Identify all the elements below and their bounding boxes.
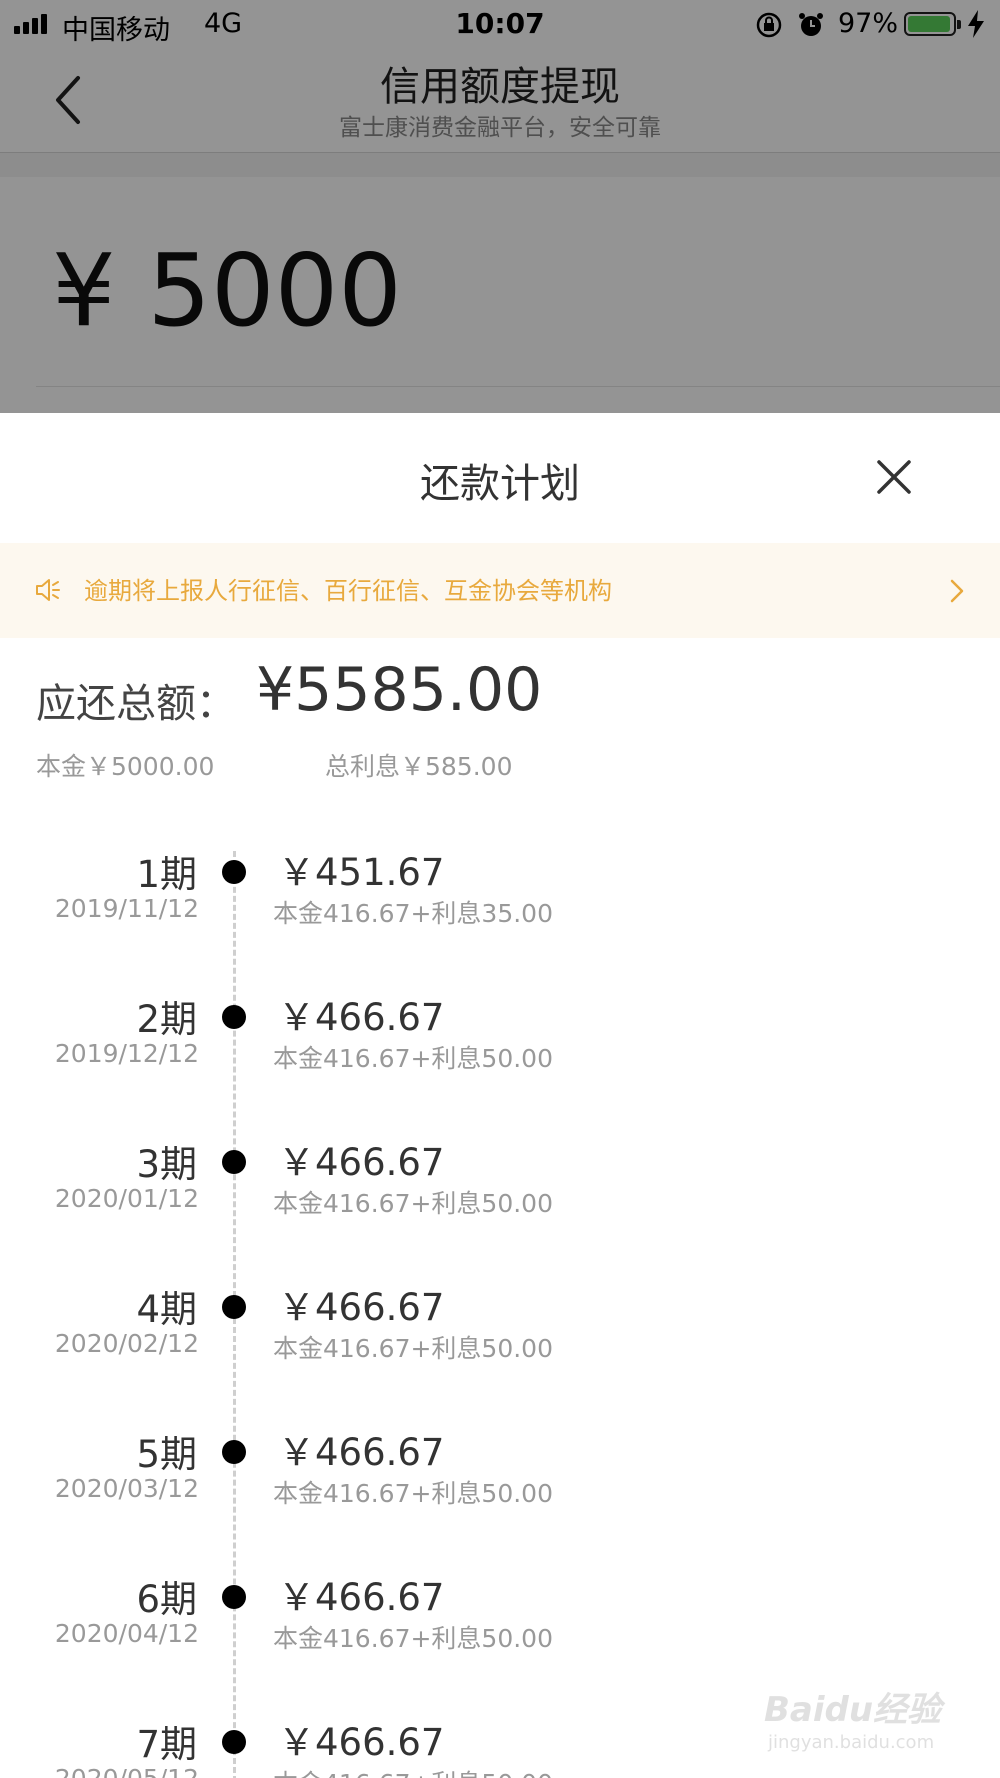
plan-amount: ￥466.67 [278, 1576, 445, 1619]
plan-amount: ￥466.67 [278, 996, 445, 1039]
watermark-url: jingyan.baidu.com [768, 1732, 935, 1753]
plan-detail: 本金416.67+利息50.00 [273, 1189, 553, 1218]
plan-date: 2020/04/12 [54, 1619, 199, 1648]
plan-date: 2020/03/12 [54, 1474, 199, 1503]
plan-detail: 本金416.67+利息50.00 [273, 1624, 553, 1653]
close-icon[interactable] [874, 457, 914, 497]
timeline-dot [222, 1005, 246, 1029]
plan-date: 2020/05/12 [55, 1764, 199, 1778]
repayment-plan-sheet: 还款计划 逾期将上报人行征信、百行征信、互金协会等机构 应还总额： ¥5585.… [0, 413, 1000, 1778]
plan-detail: 本金416.67+利息50.00 [273, 1044, 553, 1073]
plan-row: 4期 2020/02/12 ￥466.67 本金416.67+利息50.00 [0, 1279, 1000, 1399]
timeline-dot [222, 1295, 246, 1319]
plan-period: 3期 [136, 1143, 197, 1186]
plan-period: 6期 [136, 1578, 197, 1621]
plan-row: 1期 2019/11/12 ￥451.67 本金416.67+利息35.00 [0, 844, 1000, 964]
interest-total: 总利息￥585.00 [325, 752, 513, 781]
plan-detail: 本金416.67+利息35.00 [273, 899, 553, 928]
overdue-notice-banner[interactable]: 逾期将上报人行征信、百行征信、互金协会等机构 [0, 543, 1000, 638]
plan-row: 3期 2020/01/12 ￥466.67 本金416.67+利息50.00 [0, 1134, 1000, 1254]
plan-detail: 本金416.67+利息50.00 [273, 1334, 553, 1363]
plan-amount: ￥466.67 [278, 1721, 445, 1764]
plan-row: 6期 2020/04/12 ￥466.67 本金416.67+利息50.00 [0, 1569, 1000, 1689]
watermark-logo: Baidu经验 [764, 1690, 942, 1730]
plan-date: 2019/12/12 [54, 1039, 199, 1068]
plan-amount: ￥466.67 [278, 1286, 445, 1329]
plan-period: 4期 [136, 1288, 197, 1331]
plan-amount: ￥451.67 [278, 851, 445, 894]
plan-detail: 本金416.67+利息50.00 [273, 1479, 553, 1508]
notice-text: 逾期将上报人行征信、百行征信、互金协会等机构 [84, 577, 612, 605]
total-amount: ¥5585.00 [256, 655, 543, 725]
plan-detail: 本金416.67+利息50.00 [273, 1764, 553, 1778]
plan-period: 5期 [136, 1433, 197, 1476]
principal-total: 本金￥5000.00 [36, 752, 215, 781]
plan-date: 2020/02/12 [54, 1329, 199, 1358]
timeline-dot [222, 1585, 246, 1609]
sheet-title: 还款计划 [420, 461, 580, 507]
timeline-dot [222, 1440, 246, 1464]
total-label: 应还总额： [36, 681, 236, 727]
modal-overlay[interactable] [0, 0, 1000, 413]
plan-row: 5期 2020/03/12 ￥466.67 本金416.67+利息50.00 [0, 1424, 1000, 1544]
chevron-right-icon [950, 579, 964, 603]
timeline-dot [222, 860, 246, 884]
timeline-dot [222, 1150, 246, 1174]
plan-row: 2期 2019/12/12 ￥466.67 本金416.67+利息50.00 [0, 989, 1000, 1109]
plan-period: 2期 [136, 998, 197, 1041]
background-page: 中国移动 4G 10:07 97% 信用额度提现 富士康消费金融平台，安全可靠 … [0, 0, 1000, 413]
plan-amount: ￥466.67 [278, 1431, 445, 1474]
plan-amount: ￥466.67 [278, 1141, 445, 1184]
plan-date: 2019/11/12 [54, 894, 199, 923]
speaker-icon [36, 579, 60, 601]
plan-period: 1期 [136, 853, 197, 896]
plan-date: 2020/01/12 [54, 1184, 199, 1213]
plan-period: 7期 [136, 1723, 197, 1766]
timeline-dot [222, 1730, 246, 1754]
watermark: Baidu经验 jingyan.baidu.com [764, 1672, 964, 1762]
